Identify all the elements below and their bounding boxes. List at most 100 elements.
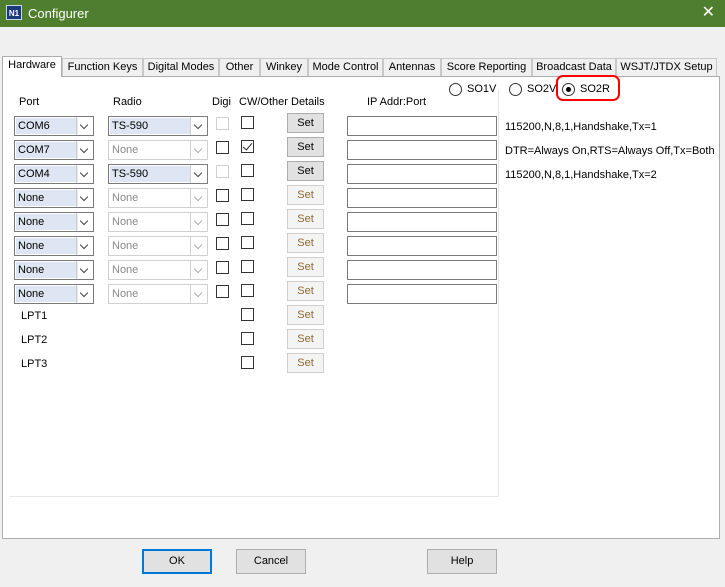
port-column-header: Port	[19, 96, 40, 108]
radio-select[interactable]: TS-590	[108, 164, 208, 184]
radio-select[interactable]: TS-590	[108, 116, 208, 136]
chevron-down-icon	[190, 189, 207, 207]
digi-checkbox[interactable]	[216, 213, 229, 226]
chevron-down-icon[interactable]	[76, 261, 93, 279]
window-title: Configurer	[28, 6, 89, 21]
lpt-cw-checkbox[interactable]	[241, 356, 254, 369]
tab-other[interactable]: Other	[219, 58, 260, 76]
app-logo-icon: N1	[6, 5, 22, 20]
radio-column-header: Radio	[113, 96, 142, 108]
set-button[interactable]: Set	[287, 161, 324, 181]
radio-value: TS-590	[110, 118, 190, 134]
cw-other-checkbox[interactable]	[241, 284, 254, 297]
radio-so2v-dot[interactable]	[509, 83, 522, 96]
ip-address-input[interactable]	[347, 164, 497, 184]
chevron-down-icon	[190, 213, 207, 231]
radio-value: None	[110, 262, 190, 278]
ok-button[interactable]: OK	[142, 549, 212, 574]
radio-select: None	[108, 140, 208, 160]
set-button[interactable]: Set	[287, 113, 324, 133]
radio-value: TS-590	[110, 166, 190, 182]
tab-digital-modes[interactable]: Digital Modes	[143, 58, 219, 76]
digi-column-header: Digi	[212, 96, 231, 108]
chevron-down-icon[interactable]	[190, 165, 207, 183]
set-button[interactable]: Set	[287, 257, 324, 277]
lpt-cw-checkbox[interactable]	[241, 308, 254, 321]
tab-score-reporting[interactable]: Score Reporting	[441, 58, 532, 76]
cw-other-checkbox[interactable]	[241, 188, 254, 201]
port-select[interactable]: COM7	[14, 140, 94, 160]
port-select[interactable]: None	[14, 284, 94, 304]
digi-checkbox[interactable]	[216, 237, 229, 250]
tab-mode-control[interactable]: Mode Control	[308, 58, 383, 76]
port-value: COM7	[16, 142, 78, 158]
tab-winkey[interactable]: Winkey	[260, 58, 308, 76]
radio-select: None	[108, 212, 208, 232]
lpt-set-button[interactable]: Set	[287, 329, 324, 349]
digi-checkbox[interactable]	[216, 189, 229, 202]
tab-broadcast-data[interactable]: Broadcast Data	[532, 58, 616, 76]
chevron-down-icon[interactable]	[76, 237, 93, 255]
radio-select: None	[108, 260, 208, 280]
digi-checkbox[interactable]	[216, 261, 229, 274]
radio-select: None	[108, 284, 208, 304]
set-button[interactable]: Set	[287, 209, 324, 229]
ip-address-input[interactable]	[347, 260, 497, 280]
ip-address-input[interactable]	[347, 236, 497, 256]
lpt-cw-checkbox[interactable]	[241, 332, 254, 345]
chevron-down-icon[interactable]	[190, 117, 207, 135]
port-select[interactable]: None	[14, 212, 94, 232]
lpt-set-button[interactable]: Set	[287, 353, 324, 373]
port-select[interactable]: COM4	[14, 164, 94, 184]
set-button[interactable]: Set	[287, 185, 324, 205]
cw-other-checkbox[interactable]	[241, 140, 254, 153]
ip-address-input[interactable]	[347, 140, 497, 160]
cancel-button[interactable]: Cancel	[236, 549, 306, 574]
chevron-down-icon	[190, 285, 207, 303]
tab-antennas[interactable]: Antennas	[383, 58, 441, 76]
port-select[interactable]: None	[14, 236, 94, 256]
port-select[interactable]: None	[14, 188, 94, 208]
chevron-down-icon[interactable]	[76, 189, 93, 207]
port-details-text: 115200,N,8,1,Handshake,Tx=2	[505, 169, 657, 181]
ip-address-input[interactable]	[347, 116, 497, 136]
cw-other-checkbox[interactable]	[241, 236, 254, 249]
digi-checkbox[interactable]	[216, 285, 229, 298]
so2r-highlight-annotation	[556, 75, 620, 101]
set-button[interactable]: Set	[287, 281, 324, 301]
port-select[interactable]: COM6	[14, 116, 94, 136]
ip-address-input[interactable]	[347, 284, 497, 304]
ip-address-input[interactable]	[347, 188, 497, 208]
tab-hardware[interactable]: Hardware	[2, 56, 62, 77]
set-button[interactable]: Set	[287, 137, 324, 157]
set-button[interactable]: Set	[287, 233, 324, 253]
port-select[interactable]: None	[14, 260, 94, 280]
chevron-down-icon	[190, 237, 207, 255]
cw-other-checkbox[interactable]	[241, 212, 254, 225]
chevron-down-icon[interactable]	[76, 165, 93, 183]
port-details-text: 115200,N,8,1,Handshake,Tx=1	[505, 121, 657, 133]
radio-so1v-dot[interactable]	[449, 83, 462, 96]
chevron-down-icon[interactable]	[76, 141, 93, 159]
chevron-down-icon[interactable]	[76, 117, 93, 135]
lpt-label: LPT2	[21, 334, 48, 346]
lpt-label: LPT1	[21, 310, 48, 322]
chevron-down-icon[interactable]	[76, 285, 93, 303]
cw-other-checkbox[interactable]	[241, 260, 254, 273]
ip-address-input[interactable]	[347, 212, 497, 232]
radio-so2v-label: SO2V	[527, 83, 557, 95]
close-icon[interactable]: ✕	[702, 3, 715, 23]
chevron-down-icon[interactable]	[76, 213, 93, 231]
digi-checkbox[interactable]	[216, 141, 229, 154]
tab-wsjt-jtdx-setup[interactable]: WSJT/JTDX Setup	[616, 58, 717, 76]
chevron-down-icon	[190, 261, 207, 279]
tab-function-keys[interactable]: Function Keys	[62, 58, 143, 76]
port-value: None	[16, 286, 78, 302]
port-value: COM4	[16, 166, 78, 182]
radio-so1v-label: SO1V	[467, 83, 497, 95]
help-button[interactable]: Help	[427, 549, 497, 574]
radio-value: None	[110, 286, 190, 302]
cw-other-checkbox[interactable]	[241, 164, 254, 177]
lpt-set-button[interactable]: Set	[287, 305, 324, 325]
cw-other-checkbox[interactable]	[241, 116, 254, 129]
